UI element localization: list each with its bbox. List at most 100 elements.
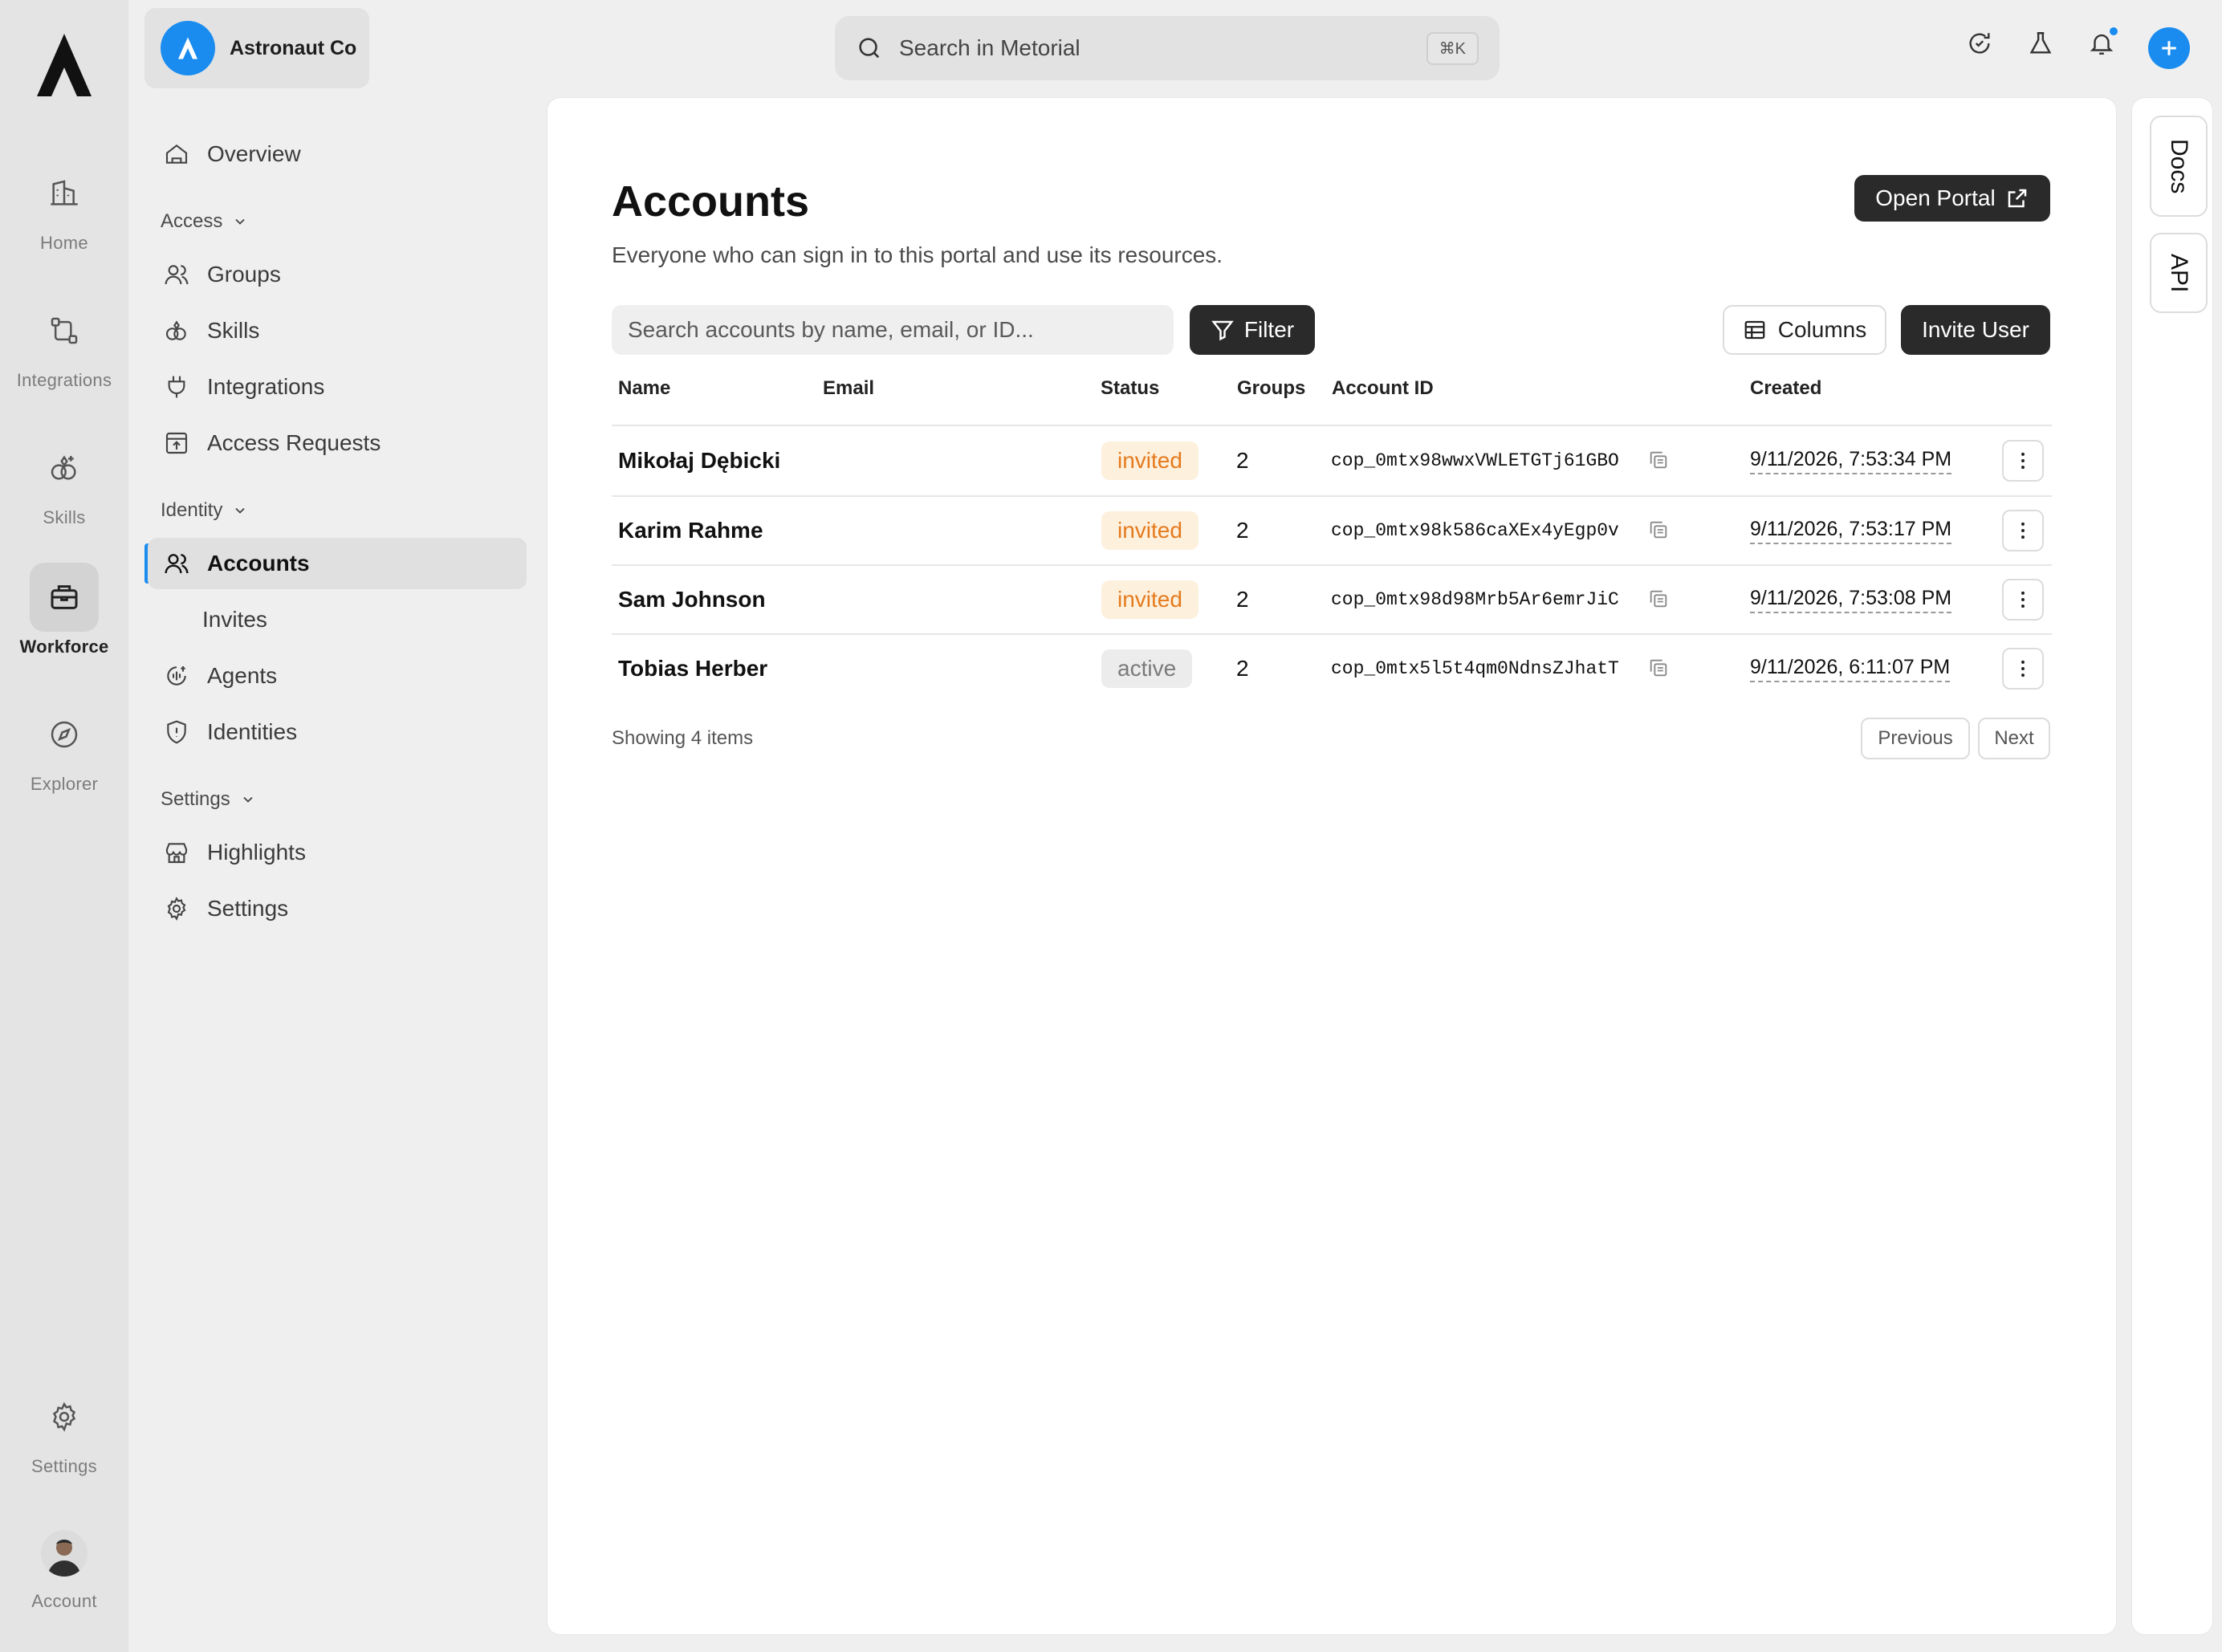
table-row[interactable]: Mikołaj Dębicki invited 2 cop_0mtx98wwxV… — [612, 426, 2052, 495]
status-badge: active — [1101, 649, 1193, 688]
column-header-account-id[interactable]: Account ID — [1332, 377, 1434, 400]
row-actions-button[interactable] — [2002, 648, 2044, 690]
create-button[interactable] — [2148, 27, 2190, 69]
gear-icon — [167, 897, 186, 922]
status-badge: invited — [1101, 511, 1198, 550]
rail-label: Explorer — [30, 774, 99, 794]
table-row[interactable]: Karim Rahme invited 2 cop_0mtx98k586caXE… — [612, 496, 2052, 565]
rail-item-explorer[interactable]: Explorer — [0, 700, 128, 795]
open-portal-button[interactable]: Open Portal — [1854, 175, 2050, 222]
nav-item-access-requests[interactable]: Access Requests — [148, 417, 527, 469]
chevron-down-icon — [235, 507, 246, 514]
plug-icon — [168, 376, 185, 398]
nav-item-agents[interactable]: Agents — [148, 650, 527, 702]
account-name: Sam Johnson — [618, 587, 766, 612]
plus-icon — [2162, 41, 2176, 55]
nav-item-identities[interactable]: Identities — [148, 706, 527, 758]
page-title: Accounts — [612, 177, 810, 226]
column-header-groups[interactable]: Groups — [1237, 377, 1305, 400]
brain-circuit-icon — [167, 666, 186, 686]
sync-chat-button[interactable] — [1964, 27, 1996, 59]
nav-item-settings[interactable]: Settings — [148, 883, 527, 934]
nav-item-groups[interactable]: Groups — [148, 249, 527, 300]
more-vertical-icon — [2021, 522, 2025, 539]
nav-label: Settings — [207, 896, 289, 921]
filter-icon — [1211, 320, 1234, 341]
row-actions-button[interactable] — [2002, 579, 2044, 621]
shield-icon — [167, 720, 186, 744]
account-id: cop_0mtx98wwxVWLETGTj61GBO — [1331, 450, 1619, 471]
accounts-search-input[interactable] — [612, 305, 1174, 355]
copy-icon[interactable] — [1647, 588, 1670, 610]
columns-button[interactable]: Columns — [1723, 305, 1886, 355]
global-search[interactable]: Search in Metorial ⌘K — [835, 16, 1500, 80]
external-link-icon — [2008, 189, 2026, 208]
rail-label: Settings — [31, 1456, 97, 1476]
store-icon — [165, 843, 188, 864]
nav-item-highlights[interactable]: Highlights — [148, 827, 527, 878]
more-vertical-icon — [2021, 452, 2025, 470]
flask-icon — [2029, 32, 2052, 54]
api-tab[interactable]: API — [2150, 233, 2208, 313]
nav-item-overview[interactable]: Overview — [148, 128, 527, 180]
nav-label: Groups — [207, 262, 281, 287]
right-tab-panel: Docs API — [2132, 98, 2212, 1634]
rail-item-integrations[interactable]: Integrations — [0, 296, 128, 391]
row-actions-button[interactable] — [2002, 440, 2044, 482]
table-row[interactable]: Sam Johnson invited 2 cop_0mtx98d98Mrb5A… — [612, 565, 2052, 634]
button-label: Open Portal — [1875, 185, 1996, 210]
account-id: cop_0mtx98k586caXEx4yEgp0v — [1331, 520, 1619, 541]
tab-label: Docs — [2166, 138, 2192, 194]
metorial-logo[interactable] — [35, 32, 93, 98]
account-name: Karim Rahme — [618, 518, 763, 543]
more-vertical-icon — [2021, 660, 2025, 677]
rail-label: Integrations — [16, 370, 112, 390]
shapes-icon — [30, 433, 99, 503]
home-icon — [165, 144, 188, 164]
nav-item-integrations[interactable]: Integrations — [148, 361, 527, 413]
filter-button[interactable]: Filter — [1190, 305, 1315, 355]
next-page-button[interactable]: Next — [1978, 718, 2050, 759]
copy-icon[interactable] — [1647, 657, 1670, 679]
rail-item-account[interactable]: Account — [0, 1530, 128, 1612]
rail-item-skills[interactable]: Skills — [0, 433, 128, 528]
labs-button[interactable] — [2025, 27, 2057, 59]
nav-item-accounts[interactable]: Accounts — [148, 538, 527, 589]
nav-label: Agents — [207, 663, 278, 688]
nav-label: Highlights — [207, 840, 306, 865]
tab-label: API — [2166, 253, 2192, 293]
groups-count: 2 — [1236, 656, 1249, 681]
status-badge: invited — [1101, 580, 1198, 619]
nav-item-skills[interactable]: Skills — [148, 305, 527, 356]
rail-item-settings[interactable]: Settings — [0, 1382, 128, 1477]
column-header-status[interactable]: Status — [1101, 377, 1159, 400]
created-date: 9/11/2026, 6:11:07 PM — [1750, 656, 1951, 682]
app-rail: Home Integrations Skills Workforce Explo… — [0, 0, 128, 1652]
org-switcher[interactable]: Astronaut Co — [144, 8, 369, 88]
copy-icon[interactable] — [1647, 449, 1670, 471]
docs-tab[interactable]: Docs — [2150, 116, 2208, 217]
page-subtitle: Everyone who can sign in to this portal … — [612, 242, 1223, 267]
table-row[interactable]: Tobias Herber active 2 cop_0mtx5l5t4qm0N… — [612, 634, 2052, 703]
button-label: Invite User — [1922, 317, 2029, 342]
column-header-created[interactable]: Created — [1750, 377, 1821, 400]
nav-section-identity[interactable]: Identity — [161, 499, 248, 522]
nav-item-invites[interactable]: Invites — [148, 594, 527, 645]
created-date: 9/11/2026, 7:53:08 PM — [1750, 587, 1952, 613]
nav-section-access[interactable]: Access — [161, 210, 248, 233]
column-header-email[interactable]: Email — [823, 377, 874, 400]
copy-icon[interactable] — [1647, 519, 1670, 541]
notifications-button[interactable] — [2086, 26, 2119, 59]
invite-user-button[interactable]: Invite User — [1901, 305, 2050, 355]
items-count: Showing 4 items — [612, 727, 754, 749]
section-label: Access — [161, 210, 223, 232]
previous-page-button[interactable]: Previous — [1861, 718, 1970, 759]
more-vertical-icon — [2021, 591, 2025, 608]
nav-label: Skills — [207, 318, 260, 343]
rail-item-home[interactable]: Home — [0, 159, 128, 254]
column-header-name[interactable]: Name — [618, 377, 670, 400]
row-actions-button[interactable] — [2002, 510, 2044, 551]
sidebar: Astronaut Co — [128, 0, 546, 1652]
nav-section-settings[interactable]: Settings — [161, 788, 256, 811]
rail-item-workforce[interactable]: Workforce — [0, 563, 128, 657]
